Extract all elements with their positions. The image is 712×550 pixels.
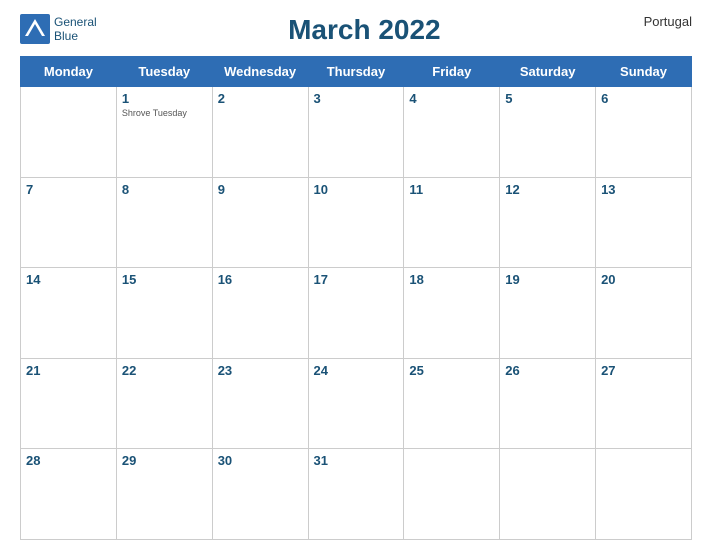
- day-number: 18: [409, 272, 494, 287]
- day-number: 8: [122, 182, 207, 197]
- day-cell: 16: [212, 268, 308, 359]
- weekday-header-monday: Monday: [21, 57, 117, 87]
- day-cell: [21, 87, 117, 178]
- day-cell: 14: [21, 268, 117, 359]
- day-number: 16: [218, 272, 303, 287]
- weekday-header-wednesday: Wednesday: [212, 57, 308, 87]
- logo: General Blue: [20, 14, 97, 44]
- day-number: 1: [122, 91, 207, 106]
- weekday-header-sunday: Sunday: [596, 57, 692, 87]
- day-cell: 7: [21, 177, 117, 268]
- weekday-header-row: MondayTuesdayWednesdayThursdayFridaySatu…: [21, 57, 692, 87]
- weekday-header-tuesday: Tuesday: [116, 57, 212, 87]
- day-cell: 12: [500, 177, 596, 268]
- day-cell: 27: [596, 358, 692, 449]
- day-cell: 15: [116, 268, 212, 359]
- day-cell: 17: [308, 268, 404, 359]
- generalblue-logo-icon: [20, 14, 50, 44]
- weekday-header-thursday: Thursday: [308, 57, 404, 87]
- day-cell: 26: [500, 358, 596, 449]
- calendar-header: General Blue March 2022 Portugal: [20, 10, 692, 50]
- day-cell: 21: [21, 358, 117, 449]
- day-cell: 19: [500, 268, 596, 359]
- day-cell: [500, 449, 596, 540]
- week-row-1: 1 Shrove Tuesday 23456: [21, 87, 692, 178]
- logo-text: General Blue: [54, 15, 97, 44]
- weekday-header-friday: Friday: [404, 57, 500, 87]
- day-number: 7: [26, 182, 111, 197]
- day-number: 26: [505, 363, 590, 378]
- day-number: 5: [505, 91, 590, 106]
- day-cell: 29: [116, 449, 212, 540]
- day-number: 31: [314, 453, 399, 468]
- month-title: March 2022: [97, 14, 632, 46]
- calendar-table: MondayTuesdayWednesdayThursdayFridaySatu…: [20, 56, 692, 540]
- day-cell: 11: [404, 177, 500, 268]
- day-cell: 8: [116, 177, 212, 268]
- day-number: 21: [26, 363, 111, 378]
- day-number: 14: [26, 272, 111, 287]
- logo-top-text: General: [54, 15, 97, 29]
- week-row-2: 789 10 11 12 13: [21, 177, 692, 268]
- day-number: 3: [314, 91, 399, 106]
- day-number: 15: [122, 272, 207, 287]
- week-row-3: 14 15 16 17 18 19 20: [21, 268, 692, 359]
- day-cell: 4: [404, 87, 500, 178]
- day-cell: 24: [308, 358, 404, 449]
- day-cell: 1 Shrove Tuesday: [116, 87, 212, 178]
- day-cell: 3: [308, 87, 404, 178]
- day-number: 23: [218, 363, 303, 378]
- holiday-label: Shrove Tuesday: [122, 108, 207, 118]
- day-cell: 25: [404, 358, 500, 449]
- day-number: 30: [218, 453, 303, 468]
- logo-bottom-text: Blue: [54, 29, 97, 43]
- week-row-5: 28 29 30 31: [21, 449, 692, 540]
- day-cell: 9: [212, 177, 308, 268]
- day-number: 9: [218, 182, 303, 197]
- day-number: 17: [314, 272, 399, 287]
- day-number: 19: [505, 272, 590, 287]
- day-number: 10: [314, 182, 399, 197]
- day-cell: 30: [212, 449, 308, 540]
- day-cell: 28: [21, 449, 117, 540]
- day-cell: 2: [212, 87, 308, 178]
- day-number: 20: [601, 272, 686, 287]
- day-number: 11: [409, 182, 494, 197]
- day-cell: 22: [116, 358, 212, 449]
- day-number: 28: [26, 453, 111, 468]
- day-cell: 20: [596, 268, 692, 359]
- day-cell: 6: [596, 87, 692, 178]
- day-number: 27: [601, 363, 686, 378]
- day-cell: [404, 449, 500, 540]
- weekday-header-saturday: Saturday: [500, 57, 596, 87]
- country-label: Portugal: [632, 14, 692, 29]
- day-cell: 18: [404, 268, 500, 359]
- day-cell: 10: [308, 177, 404, 268]
- day-number: 2: [218, 91, 303, 106]
- day-cell: 5: [500, 87, 596, 178]
- week-row-4: 21 22 23 24 25 26 27: [21, 358, 692, 449]
- day-cell: 13: [596, 177, 692, 268]
- day-number: 13: [601, 182, 686, 197]
- day-cell: 23: [212, 358, 308, 449]
- day-number: 22: [122, 363, 207, 378]
- day-number: 4: [409, 91, 494, 106]
- day-number: 6: [601, 91, 686, 106]
- day-number: 24: [314, 363, 399, 378]
- day-number: 12: [505, 182, 590, 197]
- day-number: 29: [122, 453, 207, 468]
- day-cell: 31: [308, 449, 404, 540]
- day-cell: [596, 449, 692, 540]
- day-number: 25: [409, 363, 494, 378]
